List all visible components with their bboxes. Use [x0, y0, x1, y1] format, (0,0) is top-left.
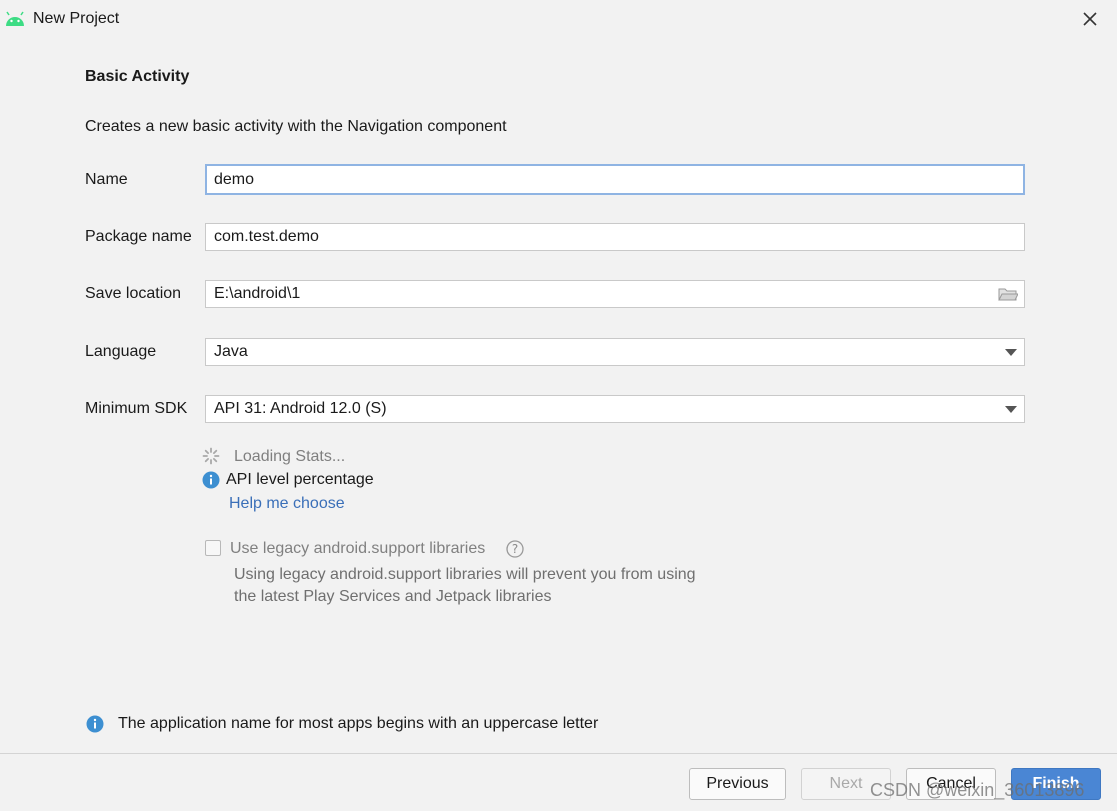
minimum-sdk-select[interactable]: API 31: Android 12.0 (S): [205, 395, 1025, 423]
info-icon: [86, 715, 104, 733]
help-icon[interactable]: ?: [506, 540, 524, 558]
window-title: New Project: [33, 10, 120, 27]
save-location-label: Save location: [85, 285, 182, 302]
language-select[interactable]: Java: [205, 338, 1025, 366]
language-value: Java: [214, 343, 248, 360]
svg-text:?: ?: [512, 542, 518, 556]
watermark: CSDN @weixin_36013896: [870, 780, 1085, 800]
api-level-text: API level percentage: [226, 471, 374, 488]
chevron-down-icon: [1005, 349, 1017, 356]
page-description: Creates a new basic activity with the Na…: [85, 118, 507, 135]
help-me-choose-link[interactable]: Help me choose: [229, 495, 345, 513]
folder-icon[interactable]: [998, 287, 1018, 302]
package-name-label: Package name: [85, 228, 192, 245]
minimum-sdk-value: API 31: Android 12.0 (S): [214, 400, 387, 417]
loading-stats-text: Loading Stats...: [234, 448, 346, 465]
minimum-sdk-label: Minimum SDK: [85, 400, 188, 417]
save-location-value: E:\android\1: [214, 285, 301, 302]
title-bar: New Project: [0, 0, 1117, 38]
info-icon: [202, 471, 220, 489]
chevron-down-icon: [1005, 406, 1017, 413]
save-location-field[interactable]: E:\android\1: [205, 280, 1025, 308]
legacy-support-checkbox[interactable]: [205, 540, 221, 556]
language-label: Language: [85, 343, 157, 360]
name-label: Name: [85, 171, 128, 188]
android-icon: [6, 11, 24, 26]
loading-spinner-icon: [202, 447, 220, 465]
legacy-description-line-1: Using legacy android.support libraries w…: [234, 566, 696, 583]
previous-button[interactable]: Previous: [689, 768, 786, 800]
page-title: Basic Activity: [85, 68, 190, 85]
name-field[interactable]: [205, 164, 1025, 195]
hint-message: The application name for most apps begin…: [118, 715, 599, 732]
legacy-support-label: Use legacy android.support libraries: [230, 540, 486, 557]
legacy-description-line-2: the latest Play Services and Jetpack lib…: [234, 588, 552, 605]
footer-divider: [0, 753, 1117, 754]
package-name-field[interactable]: [205, 223, 1025, 251]
close-icon[interactable]: [1080, 9, 1100, 29]
